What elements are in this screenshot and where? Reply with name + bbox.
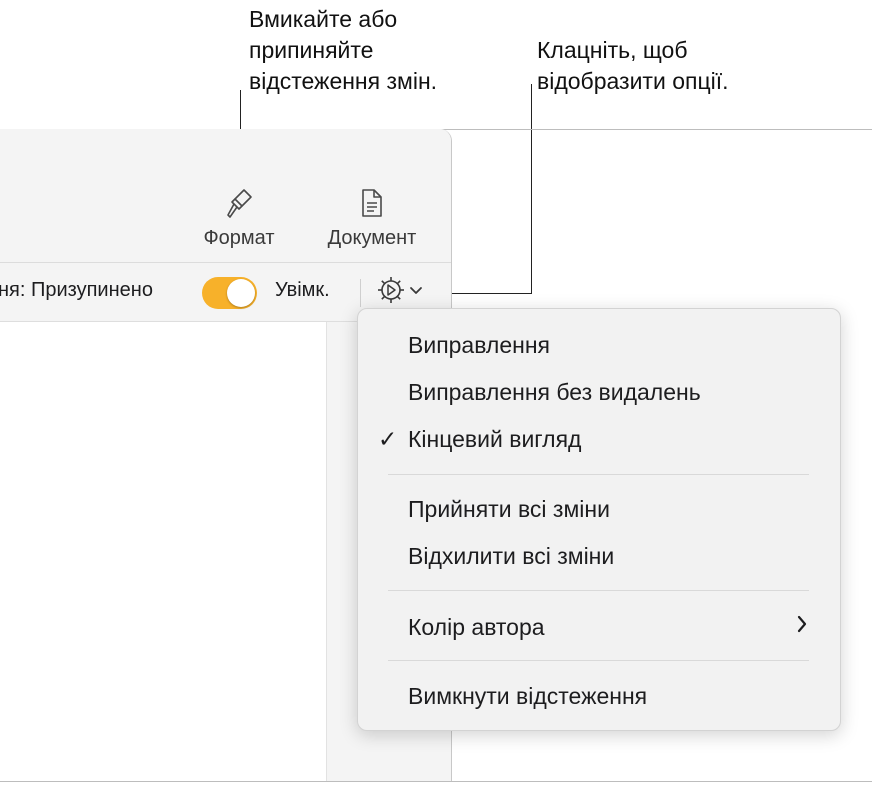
format-button[interactable]: Формат [194,187,284,250]
menu-item-reject-all[interactable]: Відхилити всі зміни [408,543,614,570]
tracking-options-menu: Виправлення Виправлення без видалень ✓ К… [357,308,841,731]
format-label: Формат [203,227,275,249]
divider [360,279,361,307]
menu-item-markup-without-deletions[interactable]: Виправлення без видалень [408,379,701,406]
checkmark-icon: ✓ [378,426,398,452]
tracking-on-label: Увімк. [275,279,330,301]
document-label: Документ [327,227,417,249]
menu-item-author-color[interactable]: Колір автора [408,614,545,641]
tracking-toggle[interactable] [202,277,257,309]
menu-item-accept-all[interactable]: Прийняти всі зміни [408,496,610,523]
menu-item-final[interactable]: Кінцевий вигляд [408,426,581,453]
gear-icon [376,275,406,310]
tracking-options-button[interactable] [376,275,434,310]
paintbrush-icon [224,187,254,227]
toolbar: Формат Документ [0,129,451,263]
chevron-right-icon [796,614,808,639]
menu-item-turn-off-tracking[interactable]: Вимкнути відстеження [408,683,647,710]
menu-separator [388,590,809,591]
menu-separator [388,474,809,475]
callout-leader-line [531,84,532,294]
document-icon [360,187,384,227]
document-button[interactable]: Документ [312,187,432,250]
toggle-knob [227,279,255,307]
callout-options: Клацніть, щоб відобразити опції. [537,37,729,94]
callout-toggle-tracking: Вмикайте або припиняйте відстеження змін… [249,6,438,94]
chevron-down-icon [409,283,423,301]
menu-separator [388,660,809,661]
tracking-status-label: ня: Призупинено [0,279,153,301]
menu-item-markup[interactable]: Виправлення [408,332,550,359]
screenshot-frame-bottom [0,781,872,782]
document-page[interactable] [0,322,327,781]
